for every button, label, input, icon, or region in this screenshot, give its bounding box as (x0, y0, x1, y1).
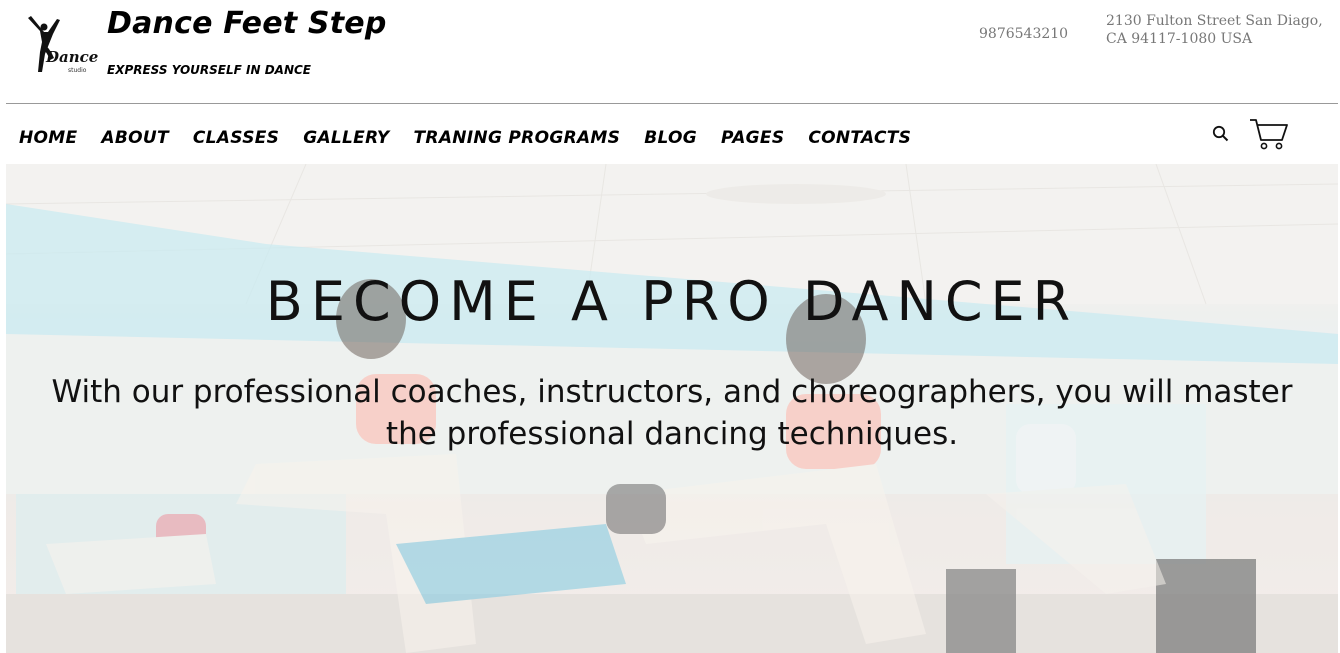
nav-item-home[interactable]: HOME (19, 128, 77, 148)
logo-wordmark: Dance (46, 48, 99, 66)
nav-item-pages[interactable]: PAGES (721, 128, 784, 148)
site-tagline: EXPRESS YOURSELF IN DANCE (107, 63, 312, 77)
site-title[interactable]: Dance Feet Step (107, 6, 387, 41)
nav-item-contacts[interactable]: CONTACTS (808, 128, 911, 148)
site-logo[interactable]: Dance studio (20, 14, 98, 80)
nav-item-training-programs[interactable]: TRANING PROGRAMS (414, 128, 621, 148)
cart-icon[interactable] (1248, 116, 1290, 152)
search-icon[interactable] (1211, 124, 1231, 144)
address: 2130 Fulton Street San Diago, CA 94117-1… (1106, 12, 1336, 48)
hero-title: BECOME A PRO DANCER (265, 270, 1079, 333)
nav-item-classes[interactable]: CLASSES (193, 128, 279, 148)
address-line-1: 2130 Fulton Street San Diago, (1106, 13, 1323, 29)
nav-item-about[interactable]: ABOUT (101, 128, 168, 148)
main-nav: HOME ABOUT CLASSES GALLERY TRANING PROGR… (0, 104, 1340, 164)
nav-item-blog[interactable]: BLOG (644, 128, 697, 148)
hero-banner: BECOME A PRO DANCER With our professiona… (6, 164, 1338, 653)
hero-description: With our professional coaches, instructo… (51, 374, 1293, 452)
phone-number: 9876543210 (979, 26, 1069, 42)
logo-subtext: studio (68, 67, 87, 74)
site-header: Dance studio Dance Feet Step EXPRESS YOU… (0, 0, 1340, 103)
nav-item-gallery[interactable]: GALLERY (303, 128, 389, 148)
nav-menu: HOME ABOUT CLASSES GALLERY TRANING PROGR… (19, 128, 935, 148)
address-line-2: CA 94117-1080 USA (1106, 31, 1253, 47)
